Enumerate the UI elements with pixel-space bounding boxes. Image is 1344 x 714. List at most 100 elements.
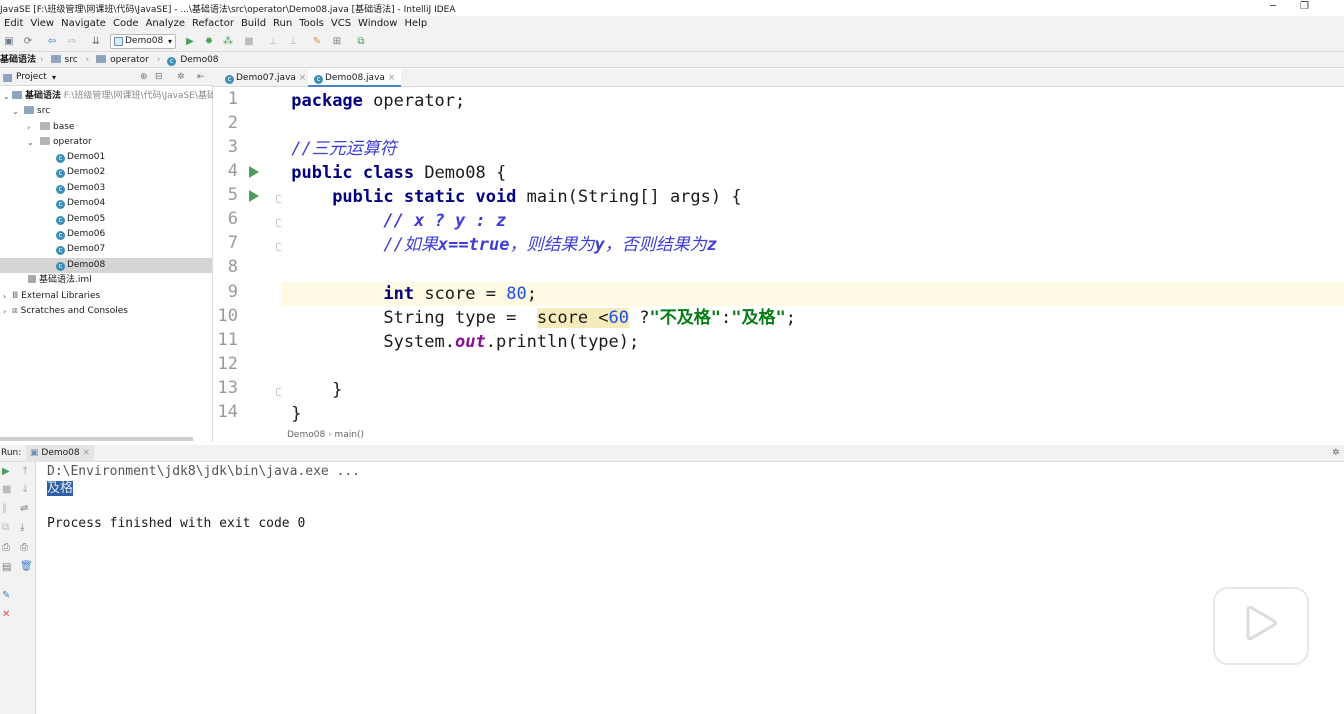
menu-build[interactable]: Build (238, 16, 269, 32)
back-icon[interactable]: ⇦ (46, 36, 58, 48)
menu-refactor[interactable]: Refactor (189, 16, 237, 32)
tree-item-class[interactable]: c Demo02 (0, 165, 212, 180)
minimize-button[interactable]: ─ (1270, 1, 1276, 12)
console-output[interactable]: D:\Environment\jdk8\jdk\bin\java.exe ...… (36, 462, 1344, 714)
print-icon[interactable]: ⎙ (20, 542, 28, 553)
sync-icon[interactable]: ⟳ (22, 36, 34, 48)
scroll-to-end-icon[interactable]: ⤓ (20, 522, 24, 533)
tab-demo08[interactable]: c Demo08.java × (308, 69, 402, 87)
menu-help[interactable]: Help (401, 16, 430, 32)
save-all-icon[interactable]: ▣ (3, 36, 15, 48)
close-icon[interactable]: × (388, 73, 396, 83)
crumb-class[interactable]: Demo08 (287, 430, 325, 440)
code-editor[interactable]: package operator; //三元运算符 public class D… (281, 87, 1344, 428)
crumb-method[interactable]: main() (335, 430, 365, 440)
profile-icon[interactable]: ⊥ (287, 36, 299, 48)
nav-root[interactable]: 基础语法 (0, 52, 36, 68)
scroll-from-source-icon[interactable]: ⊕ (140, 69, 148, 86)
tree-item-class[interactable]: c Demo04 (0, 196, 212, 211)
run-class-icon[interactable] (249, 166, 259, 178)
menu-edit[interactable]: Edit (1, 16, 26, 32)
tree-item-scratches[interactable]: › ⧈ Scratches and Consoles (0, 304, 212, 319)
class-icon: c (56, 246, 65, 255)
clear-all-icon[interactable]: 🗑 (20, 561, 33, 572)
tree-item-root[interactable]: ⌄ 基础语法 F:\班级管理\网课班\代码\JavaSE\基础 (0, 89, 216, 104)
tree-item-base[interactable]: › base (0, 120, 212, 135)
collapse-all-icon[interactable]: ⊟ (155, 69, 163, 86)
tree-item-class[interactable]: c Demo01 (0, 150, 212, 165)
run-main-icon[interactable] (249, 190, 259, 202)
tree-item-class[interactable]: c Demo07 (0, 242, 212, 257)
line-number: 14 (217, 402, 238, 422)
forward-icon[interactable]: ⇨ (66, 36, 78, 48)
stop-icon[interactable]: ■ (243, 36, 255, 48)
console-exit-line: Process finished with exit code 0 (47, 516, 306, 531)
chevron-down-icon: ⌄ (27, 138, 34, 147)
pause-icon[interactable]: ‖ (2, 503, 7, 514)
video-play-overlay[interactable] (1212, 572, 1310, 666)
rerun-icon[interactable]: ▶ (2, 466, 10, 477)
dump-threads-icon[interactable]: ⧉ (2, 522, 9, 533)
run-tab[interactable]: ▣ Demo08 × (26, 445, 95, 462)
project-view-selector[interactable]: Project (16, 69, 47, 86)
tree-root-path: F:\班级管理\网课班\代码\JavaSE\基础 (63, 91, 216, 101)
nav-class[interactable]: c Demo08 (167, 52, 222, 68)
menu-navigate[interactable]: Navigate (58, 16, 109, 32)
tree-item-class[interactable]: c Demo03 (0, 181, 212, 196)
menu-run[interactable]: Run (270, 16, 295, 32)
chevron-down-icon[interactable]: ▾ (52, 69, 56, 86)
tree-item-operator[interactable]: ⌄ operator (0, 135, 212, 150)
build-icon[interactable]: ⇊ (90, 36, 102, 48)
tab-demo07[interactable]: c Demo07.java × (219, 69, 312, 87)
gear-icon[interactable]: ✲ (177, 69, 185, 86)
menu-code[interactable]: Code (110, 16, 142, 32)
pin-icon[interactable]: ✎ (2, 590, 10, 601)
structure-icon[interactable]: ⊞ (331, 36, 343, 48)
chevron-down-icon: ⌄ (3, 92, 10, 101)
line-number: 10 (217, 306, 238, 326)
menu-window[interactable]: Window (355, 16, 400, 32)
run-panel-header: Run: ▣ Demo08 × ✲ (0, 445, 1344, 462)
tree-external-label: External Libraries (21, 291, 101, 301)
class-icon: c (56, 231, 65, 240)
tree-scrollbar[interactable] (0, 437, 193, 441)
debug-icon[interactable]: ✹ (203, 36, 215, 48)
restore-button[interactable]: ❐ (1300, 1, 1309, 12)
package-icon (40, 137, 50, 145)
tree-item-class-selected[interactable]: c Demo08 (0, 258, 212, 273)
run-config-label: Demo08 (125, 36, 164, 46)
code-line: //如果x==true，则结果为y，否则结果为z (383, 235, 717, 255)
close-icon[interactable]: ✕ (2, 609, 10, 620)
tree-base-label: base (53, 122, 75, 132)
tree-item-class[interactable]: c Demo05 (0, 212, 212, 227)
gear-icon[interactable]: ✲ (1332, 445, 1340, 462)
coverage-icon[interactable]: ⁂ (222, 36, 234, 48)
run-config-select[interactable]: Demo08 ▾ (110, 34, 176, 49)
close-icon[interactable]: × (299, 73, 307, 83)
menu-tools[interactable]: Tools (296, 16, 327, 32)
layout-icon[interactable]: ▤ (2, 562, 11, 573)
tree-item-src[interactable]: ⌄ src (0, 104, 212, 119)
nav-package[interactable]: operator (96, 52, 153, 68)
menu-view[interactable]: View (27, 16, 57, 32)
down-icon[interactable]: ↓ (21, 484, 29, 495)
menu-analyze[interactable]: Analyze (143, 16, 188, 32)
attach-icon[interactable]: ⊥ (267, 36, 279, 48)
close-icon[interactable]: × (82, 448, 90, 458)
menu-vcs[interactable]: VCS (328, 16, 354, 32)
tree-item-external-libraries[interactable]: › Ⅲ External Libraries (0, 289, 212, 304)
restore-layout-icon[interactable]: ⎙ (2, 542, 10, 553)
chevron-down-icon: ⌄ (12, 107, 19, 116)
tree-class-label: Demo06 (67, 229, 106, 239)
hide-panel-icon[interactable]: ⇤ (197, 69, 205, 86)
tree-item-iml[interactable]: 基础语法.iml (0, 273, 212, 288)
soft-wrap-icon[interactable]: ⇌ (20, 503, 28, 514)
tree-item-class[interactable]: c Demo06 (0, 227, 212, 242)
run-icon[interactable]: ▶ (184, 36, 196, 48)
nav-src[interactable]: src (50, 52, 82, 68)
stop-icon[interactable]: ■ (2, 484, 11, 495)
vcs-icon[interactable]: ⧉ (355, 36, 367, 48)
up-icon[interactable]: ↑ (21, 466, 29, 477)
settings-icon[interactable]: ✎ (311, 36, 323, 48)
tree-class-label: Demo05 (67, 214, 106, 224)
